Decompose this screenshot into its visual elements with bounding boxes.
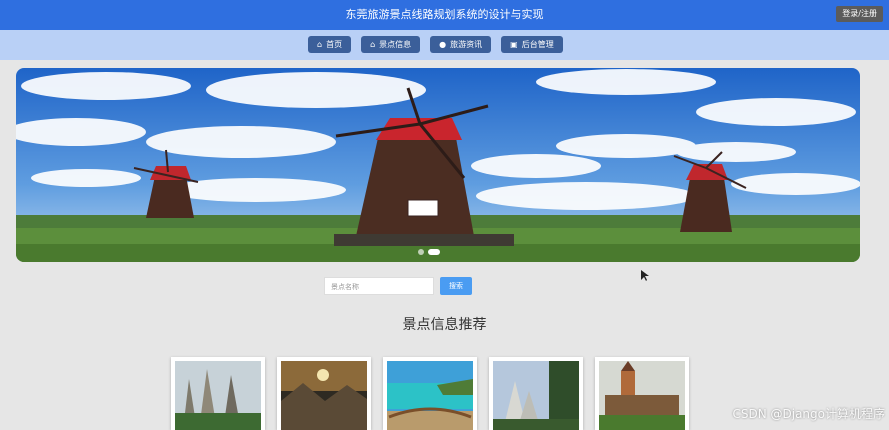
nav-item-label: 旅游资讯 (450, 40, 483, 49)
nav-item-label: 后台管理 (521, 40, 554, 49)
banner-carousel[interactable] (16, 68, 860, 262)
sunset-mountain-image (281, 361, 367, 430)
top-bar: 东莞旅游景点线路规划系统的设计与实现 登录/注册 (0, 0, 889, 30)
carousel-dot[interactable] (418, 249, 424, 255)
watermark: CSDN @Django计算机程序 (732, 407, 885, 421)
village-tower-image (599, 361, 685, 430)
site-title: 东莞旅游景点线路规划系统的设计与实现 (345, 8, 544, 21)
search-button[interactable]: 搜索 (440, 277, 472, 295)
nav-item-home[interactable]: ⌂ 首页 (308, 36, 352, 53)
search-input[interactable]: 景点名称 (324, 277, 434, 295)
carousel-indicators (418, 249, 440, 255)
home-icon: ⌂ (317, 40, 323, 49)
section-title: 景点信息推荐 (402, 317, 487, 333)
monitor-icon: ▣ (510, 40, 518, 49)
circle-icon: ● (439, 40, 447, 49)
karst-peaks-image (175, 361, 261, 430)
nav-item-label: 景点信息 (379, 40, 412, 49)
nav-bar: ⌂ 首页 ⌂ 景点信息 ● 旅游资讯 ▣ 后台管理 (0, 30, 889, 60)
cliff-tree-image (493, 361, 579, 430)
recommend-card[interactable] (595, 357, 689, 430)
recommend-card[interactable] (277, 357, 371, 430)
recommend-card[interactable] (383, 357, 477, 430)
windmill-landscape-image (16, 68, 860, 262)
recommend-card-list (171, 357, 689, 430)
recommend-card[interactable] (489, 357, 583, 430)
nav-item-admin[interactable]: ▣ 后台管理 (501, 36, 563, 53)
login-register-button[interactable]: 登录/注册 (836, 6, 883, 22)
home-icon: ⌂ (370, 40, 376, 49)
nav-item-travel-news[interactable]: ● 旅游资讯 (430, 36, 492, 53)
carousel-dot-active[interactable] (428, 249, 440, 255)
mouse-cursor-icon (641, 270, 649, 281)
nav-item-scenic-info[interactable]: ⌂ 景点信息 (361, 36, 421, 53)
nav-item-label: 首页 (326, 40, 343, 49)
beach-bridge-image (387, 361, 473, 430)
recommend-card[interactable] (171, 357, 265, 430)
